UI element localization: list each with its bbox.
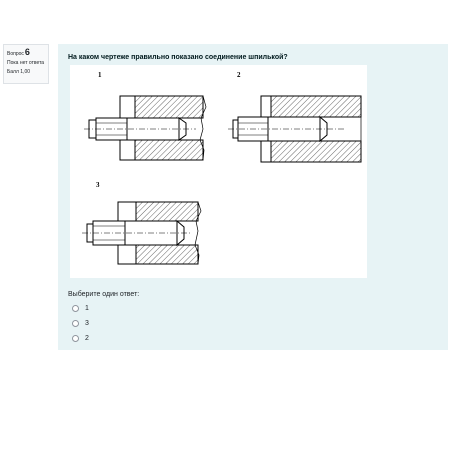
answer-options: 1 3 2 <box>72 301 89 346</box>
question-number-row: Вопрос 6 <box>7 47 45 58</box>
answer-option-2[interactable]: 3 <box>72 316 89 331</box>
question-content: На каком чертеже правильно показано соед… <box>58 44 448 350</box>
radio-button[interactable] <box>72 305 79 312</box>
radio-button[interactable] <box>72 320 79 327</box>
answer-option-label: 3 <box>85 320 89 327</box>
answer-prompt: Выберите один ответ: <box>68 291 140 298</box>
drawing-2-label: 2 <box>237 71 241 79</box>
drawing-2 <box>228 95 362 163</box>
question-label: Вопрос <box>7 51 24 57</box>
drawing-3-label: 3 <box>96 181 100 189</box>
drawing-1-label: 1 <box>98 71 102 79</box>
question-drawing: 1 2 3 <box>70 65 367 278</box>
answer-option-label: 1 <box>85 305 89 312</box>
radio-button[interactable] <box>72 335 79 342</box>
stud-connection-drawings: 1 2 3 <box>82 71 362 265</box>
drawing-1 <box>84 95 207 161</box>
answer-option-label: 2 <box>85 335 89 342</box>
question-status: Пока нет ответа <box>7 60 45 66</box>
drawing-3 <box>82 201 202 265</box>
answer-option-3[interactable]: 2 <box>72 331 89 346</box>
answer-option-1[interactable]: 1 <box>72 301 89 316</box>
question-grade: Балл 1,00 <box>7 69 31 75</box>
question-number: 6 <box>24 47 30 57</box>
question-text: На каком чертеже правильно показано соед… <box>68 54 288 61</box>
question-info-panel: Вопрос 6 Пока нет ответа Балл 1,00 <box>3 44 49 84</box>
